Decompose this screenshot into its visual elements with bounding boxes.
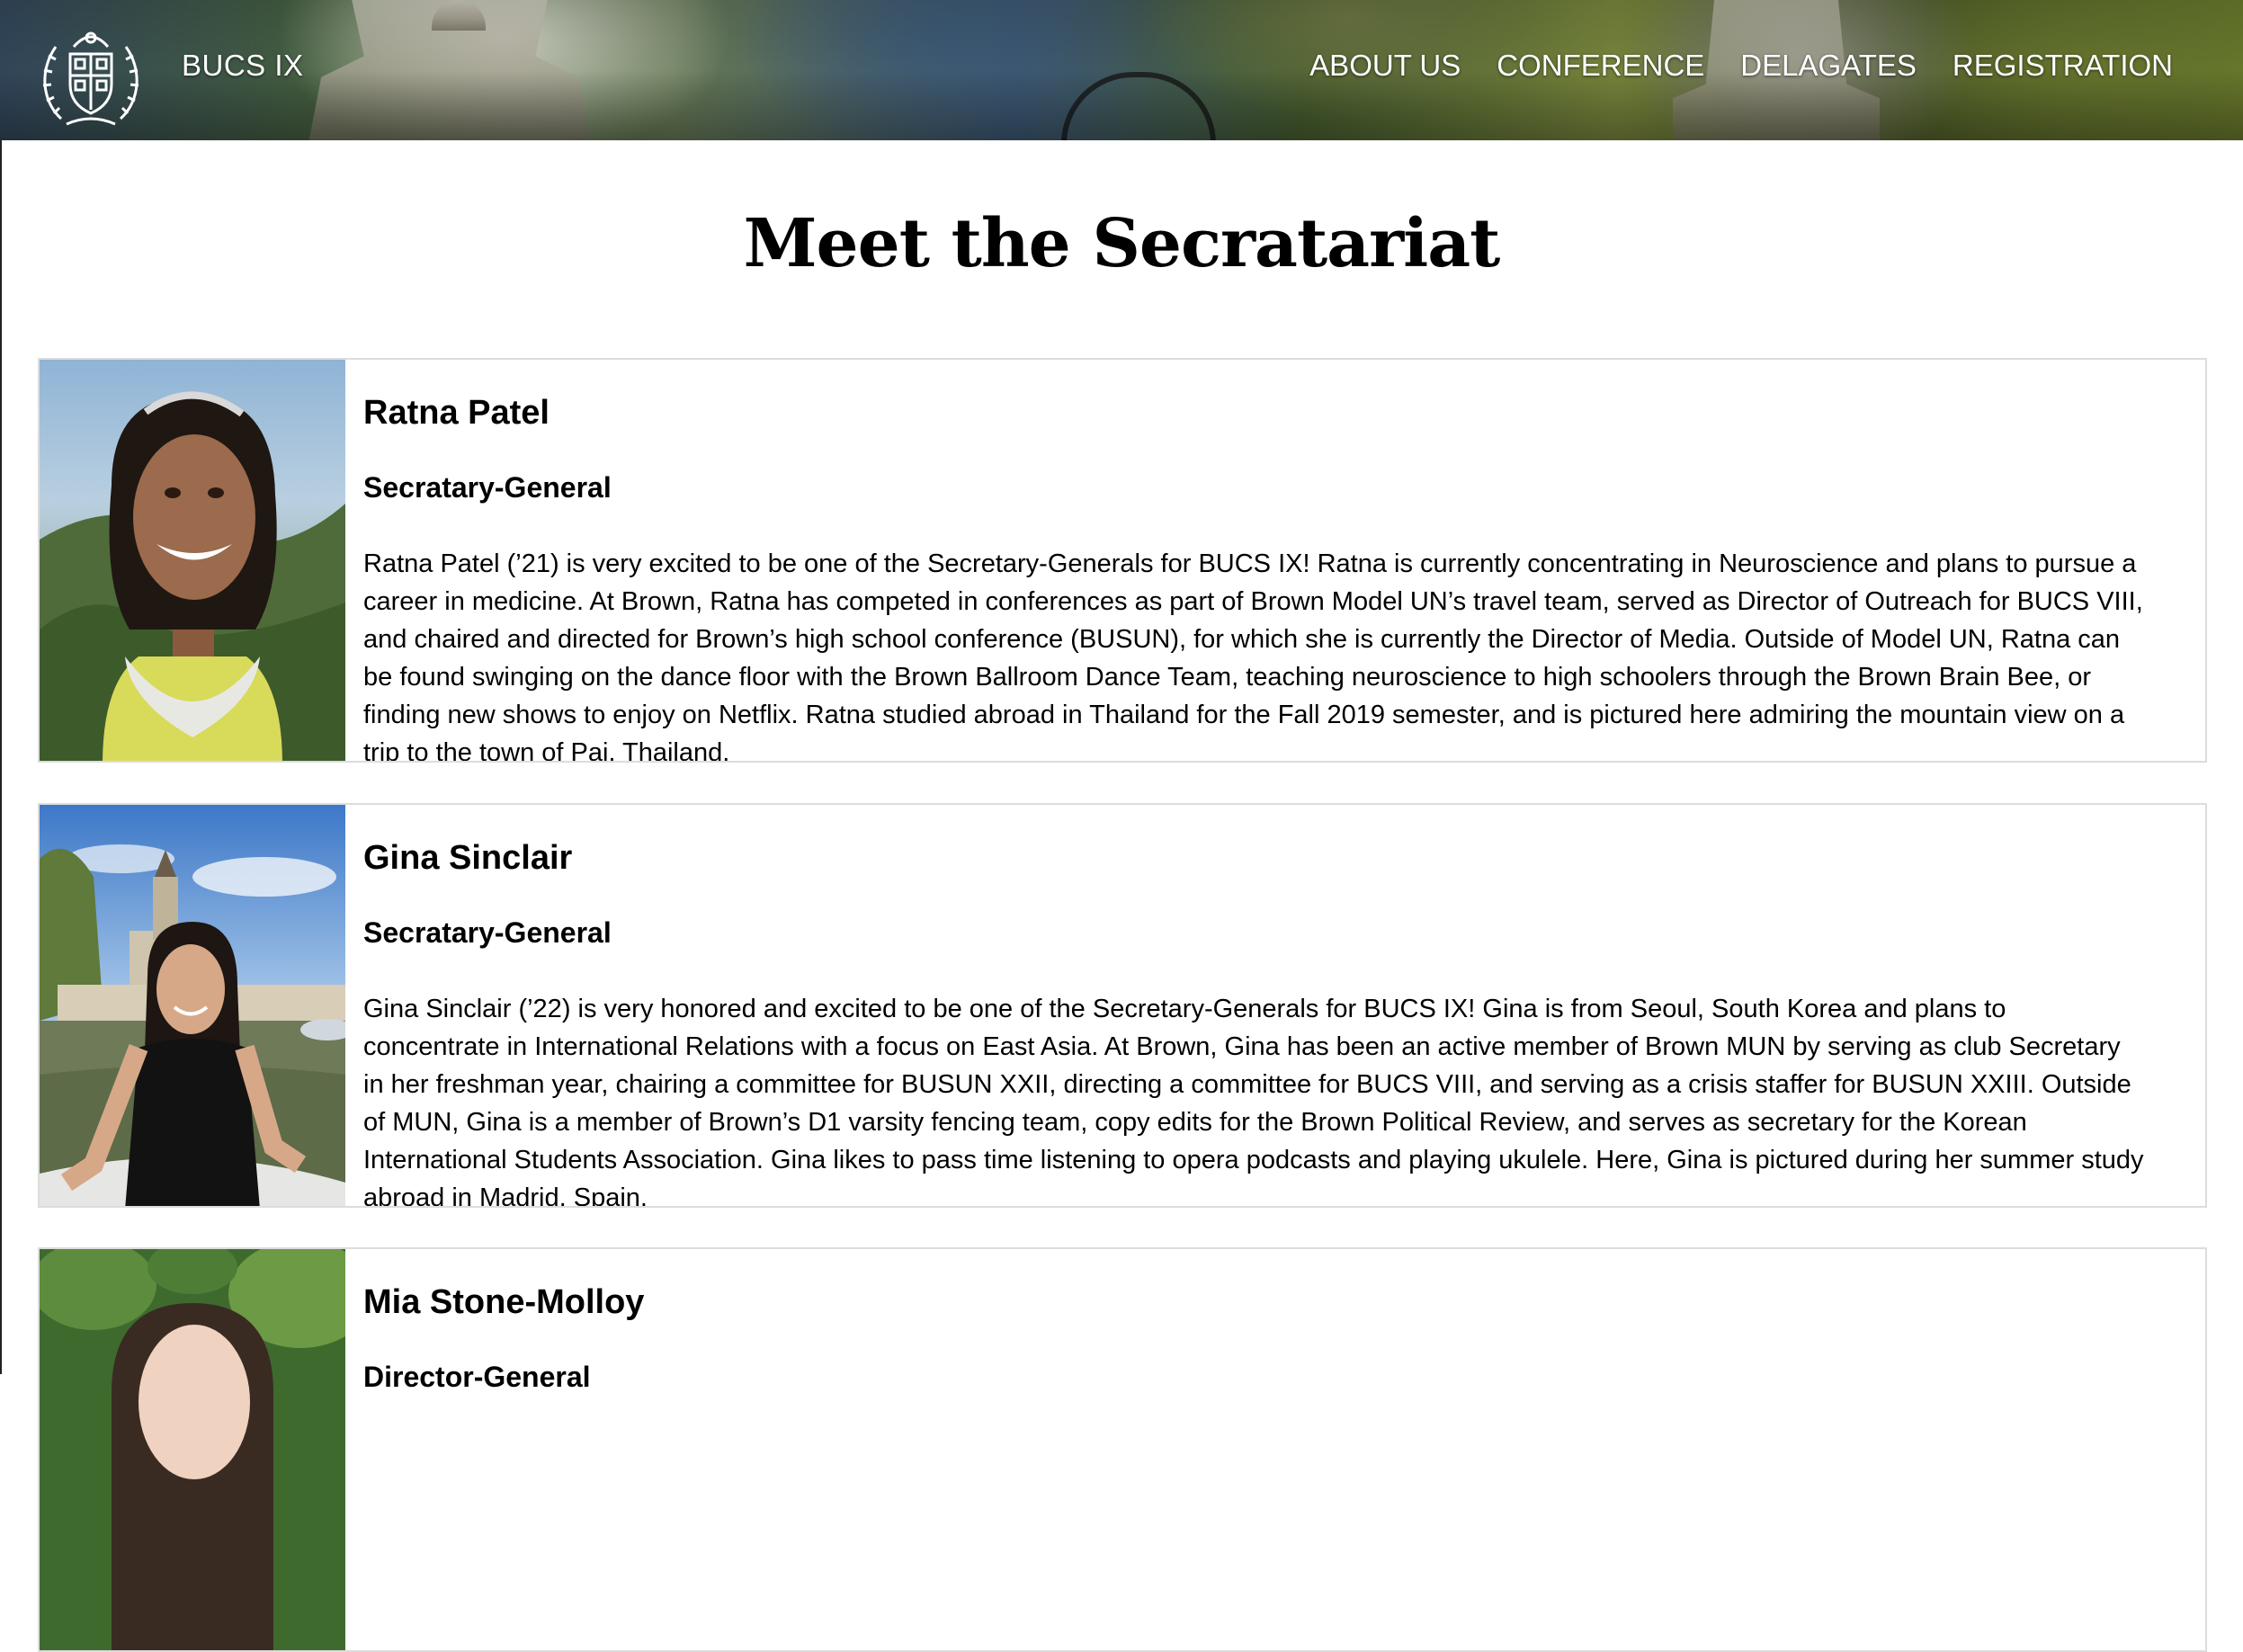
member-name: Ratna Patel	[363, 394, 550, 432]
nav-about-us[interactable]: ABOUT US	[1309, 49, 1461, 83]
member-card: Mia Stone-Molloy Director-General	[38, 1247, 2207, 1652]
main-nav: ABOUT US CONFERENCE DELAGATES REGISTRATI…	[1309, 49, 2173, 83]
nav-registration[interactable]: REGISTRATION	[1953, 49, 2173, 83]
member-role: Secratary-General	[363, 916, 612, 949]
window-left-edge	[0, 140, 2, 1374]
member-role: Secratary-General	[363, 471, 612, 504]
site-title-link[interactable]: BUCS IX	[182, 49, 304, 83]
member-card: Ratna Patel Secratary-General Ratna Pate…	[38, 358, 2207, 763]
member-card: Gina Sinclair Secratary-General Gina Sin…	[38, 803, 2207, 1208]
member-photo-ratna-patel	[40, 360, 345, 761]
logo-crest-icon[interactable]	[34, 20, 147, 133]
member-bio: Gina Sinclair (’22) is very honored and …	[363, 995, 2144, 1208]
member-name: Gina Sinclair	[363, 839, 573, 877]
member-bio: Ratna Patel (’21) is very excited to be …	[363, 549, 2143, 763]
member-role: Director-General	[363, 1361, 591, 1393]
member-photo-gina-sinclair	[40, 805, 345, 1206]
page-title: Meet the Secratariat	[743, 205, 1501, 282]
nav-delegates[interactable]: DELAGATES	[1740, 49, 1917, 83]
member-name: Mia Stone-Molloy	[363, 1283, 645, 1321]
member-photo-mia-stone-molloy	[40, 1249, 345, 1650]
nav-conference[interactable]: CONFERENCE	[1497, 49, 1704, 83]
site-header: BUCS IX ABOUT US CONFERENCE DELAGATES RE…	[0, 0, 2243, 140]
